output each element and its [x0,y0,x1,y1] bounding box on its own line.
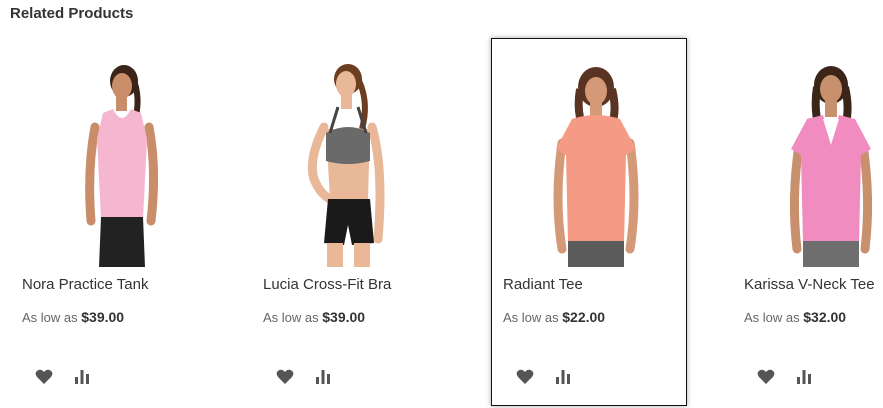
product-price: As low as $39.00 [263,309,365,325]
add-to-wishlist-button[interactable] [33,367,55,387]
product-name-link[interactable]: Radiant Tee [503,276,583,293]
compare-icon [556,370,570,384]
product-card[interactable]: Nora Practice Tank As low as $39.00 [10,38,206,406]
product-name-link[interactable]: Karissa V-Neck Tee [744,276,875,293]
compare-icon [75,370,89,384]
product-actions [33,367,93,387]
product-card[interactable]: Karissa V-Neck Tee As low as $32.00 [732,38,883,406]
add-to-compare-button[interactable] [71,367,93,387]
product-photo[interactable] [252,49,446,267]
product-photo[interactable] [11,49,205,267]
price-prefix: As low as [744,310,800,325]
product-grid: Nora Practice Tank As low as $39.00 Luci… [0,38,883,408]
add-to-compare-button[interactable] [793,367,815,387]
product-actions [274,367,334,387]
add-to-wishlist-button[interactable] [514,367,536,387]
section-title: Related Products [10,5,134,22]
heart-icon [35,369,53,384]
add-to-wishlist-button[interactable] [755,367,777,387]
heart-icon [516,369,534,384]
price-prefix: As low as [22,310,78,325]
price-amount: $32.00 [803,309,847,325]
product-price: As low as $32.00 [744,309,846,325]
product-name-link[interactable]: Lucia Cross-Fit Bra [263,276,391,293]
product-photo[interactable] [733,49,883,267]
price-amount: $39.00 [322,309,366,325]
compare-icon [797,370,811,384]
product-actions [755,367,815,387]
compare-icon [316,370,330,384]
price-prefix: As low as [503,310,559,325]
add-to-wishlist-button[interactable] [274,367,296,387]
price-amount: $22.00 [562,309,606,325]
heart-icon [276,369,294,384]
product-photo[interactable] [492,49,686,267]
product-name-link[interactable]: Nora Practice Tank [22,276,148,293]
product-card[interactable]: Radiant Tee As low as $22.00 [491,38,687,406]
product-card[interactable]: Lucia Cross-Fit Bra As low as $39.00 [251,38,447,406]
product-actions [514,367,574,387]
price-prefix: As low as [263,310,319,325]
heart-icon [757,369,775,384]
price-amount: $39.00 [81,309,125,325]
add-to-compare-button[interactable] [552,367,574,387]
add-to-compare-button[interactable] [312,367,334,387]
product-price: As low as $39.00 [22,309,124,325]
product-price: As low as $22.00 [503,309,605,325]
